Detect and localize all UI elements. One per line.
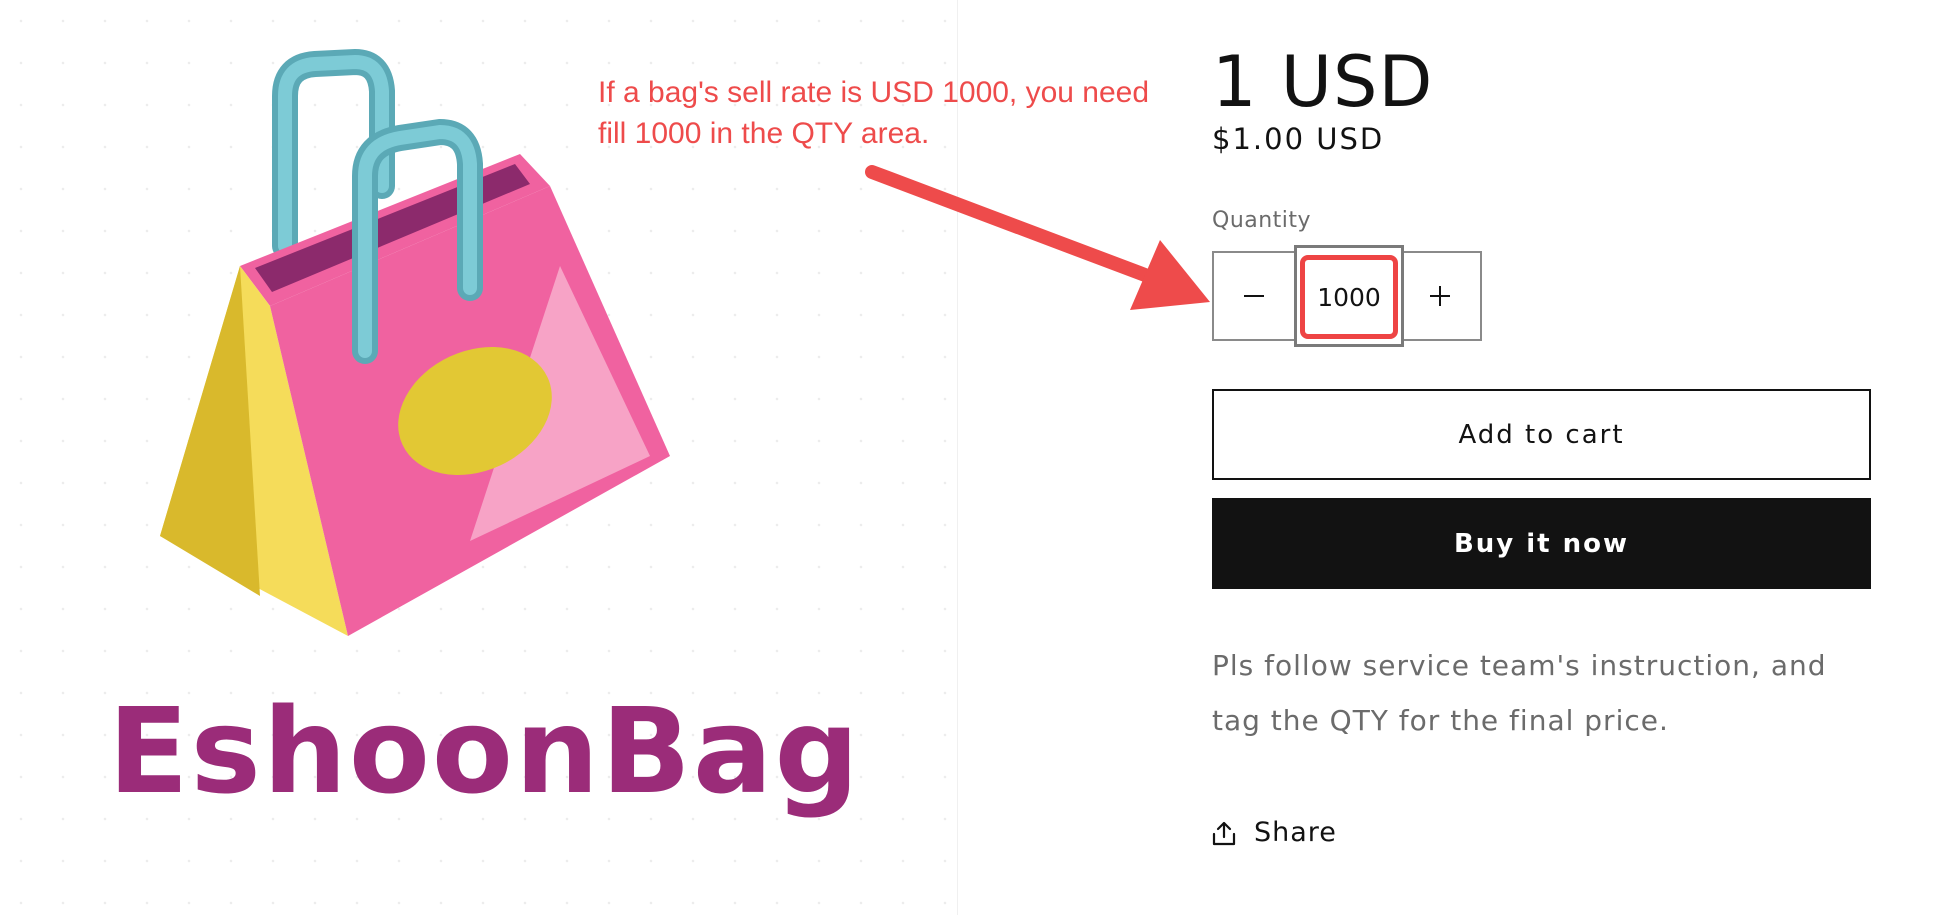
add-to-cart-button[interactable]: Add to cart	[1212, 389, 1871, 480]
share-button[interactable]: Share	[1212, 817, 1337, 848]
product-description: Pls follow service team's instruction, a…	[1212, 649, 1827, 737]
quantity-label: Quantity	[1212, 208, 1312, 233]
annotation-note: If a bag's sell rate is USD 1000, you ne…	[598, 76, 1150, 150]
product-title: 1 USD	[1212, 40, 1434, 123]
product-price: $1.00 USD	[1212, 122, 1385, 156]
quantity-stepper	[1212, 245, 1482, 347]
quantity-input[interactable]	[1300, 255, 1398, 339]
quantity-decrease-button[interactable]	[1214, 253, 1294, 339]
quantity-input-focus-ring	[1294, 245, 1404, 347]
product-page: EshoonBag If a bag's sell rate is USD 10…	[0, 0, 1946, 915]
minus-icon	[1244, 295, 1264, 297]
share-icon	[1212, 820, 1236, 846]
brand-logo-text: EshoonBag	[108, 682, 862, 820]
plus-icon	[1430, 286, 1450, 306]
annotation-arrow-icon	[865, 165, 1210, 310]
quantity-increase-button[interactable]	[1400, 253, 1480, 339]
share-label: Share	[1254, 817, 1337, 848]
buy-now-button[interactable]: Buy it now	[1212, 498, 1871, 589]
